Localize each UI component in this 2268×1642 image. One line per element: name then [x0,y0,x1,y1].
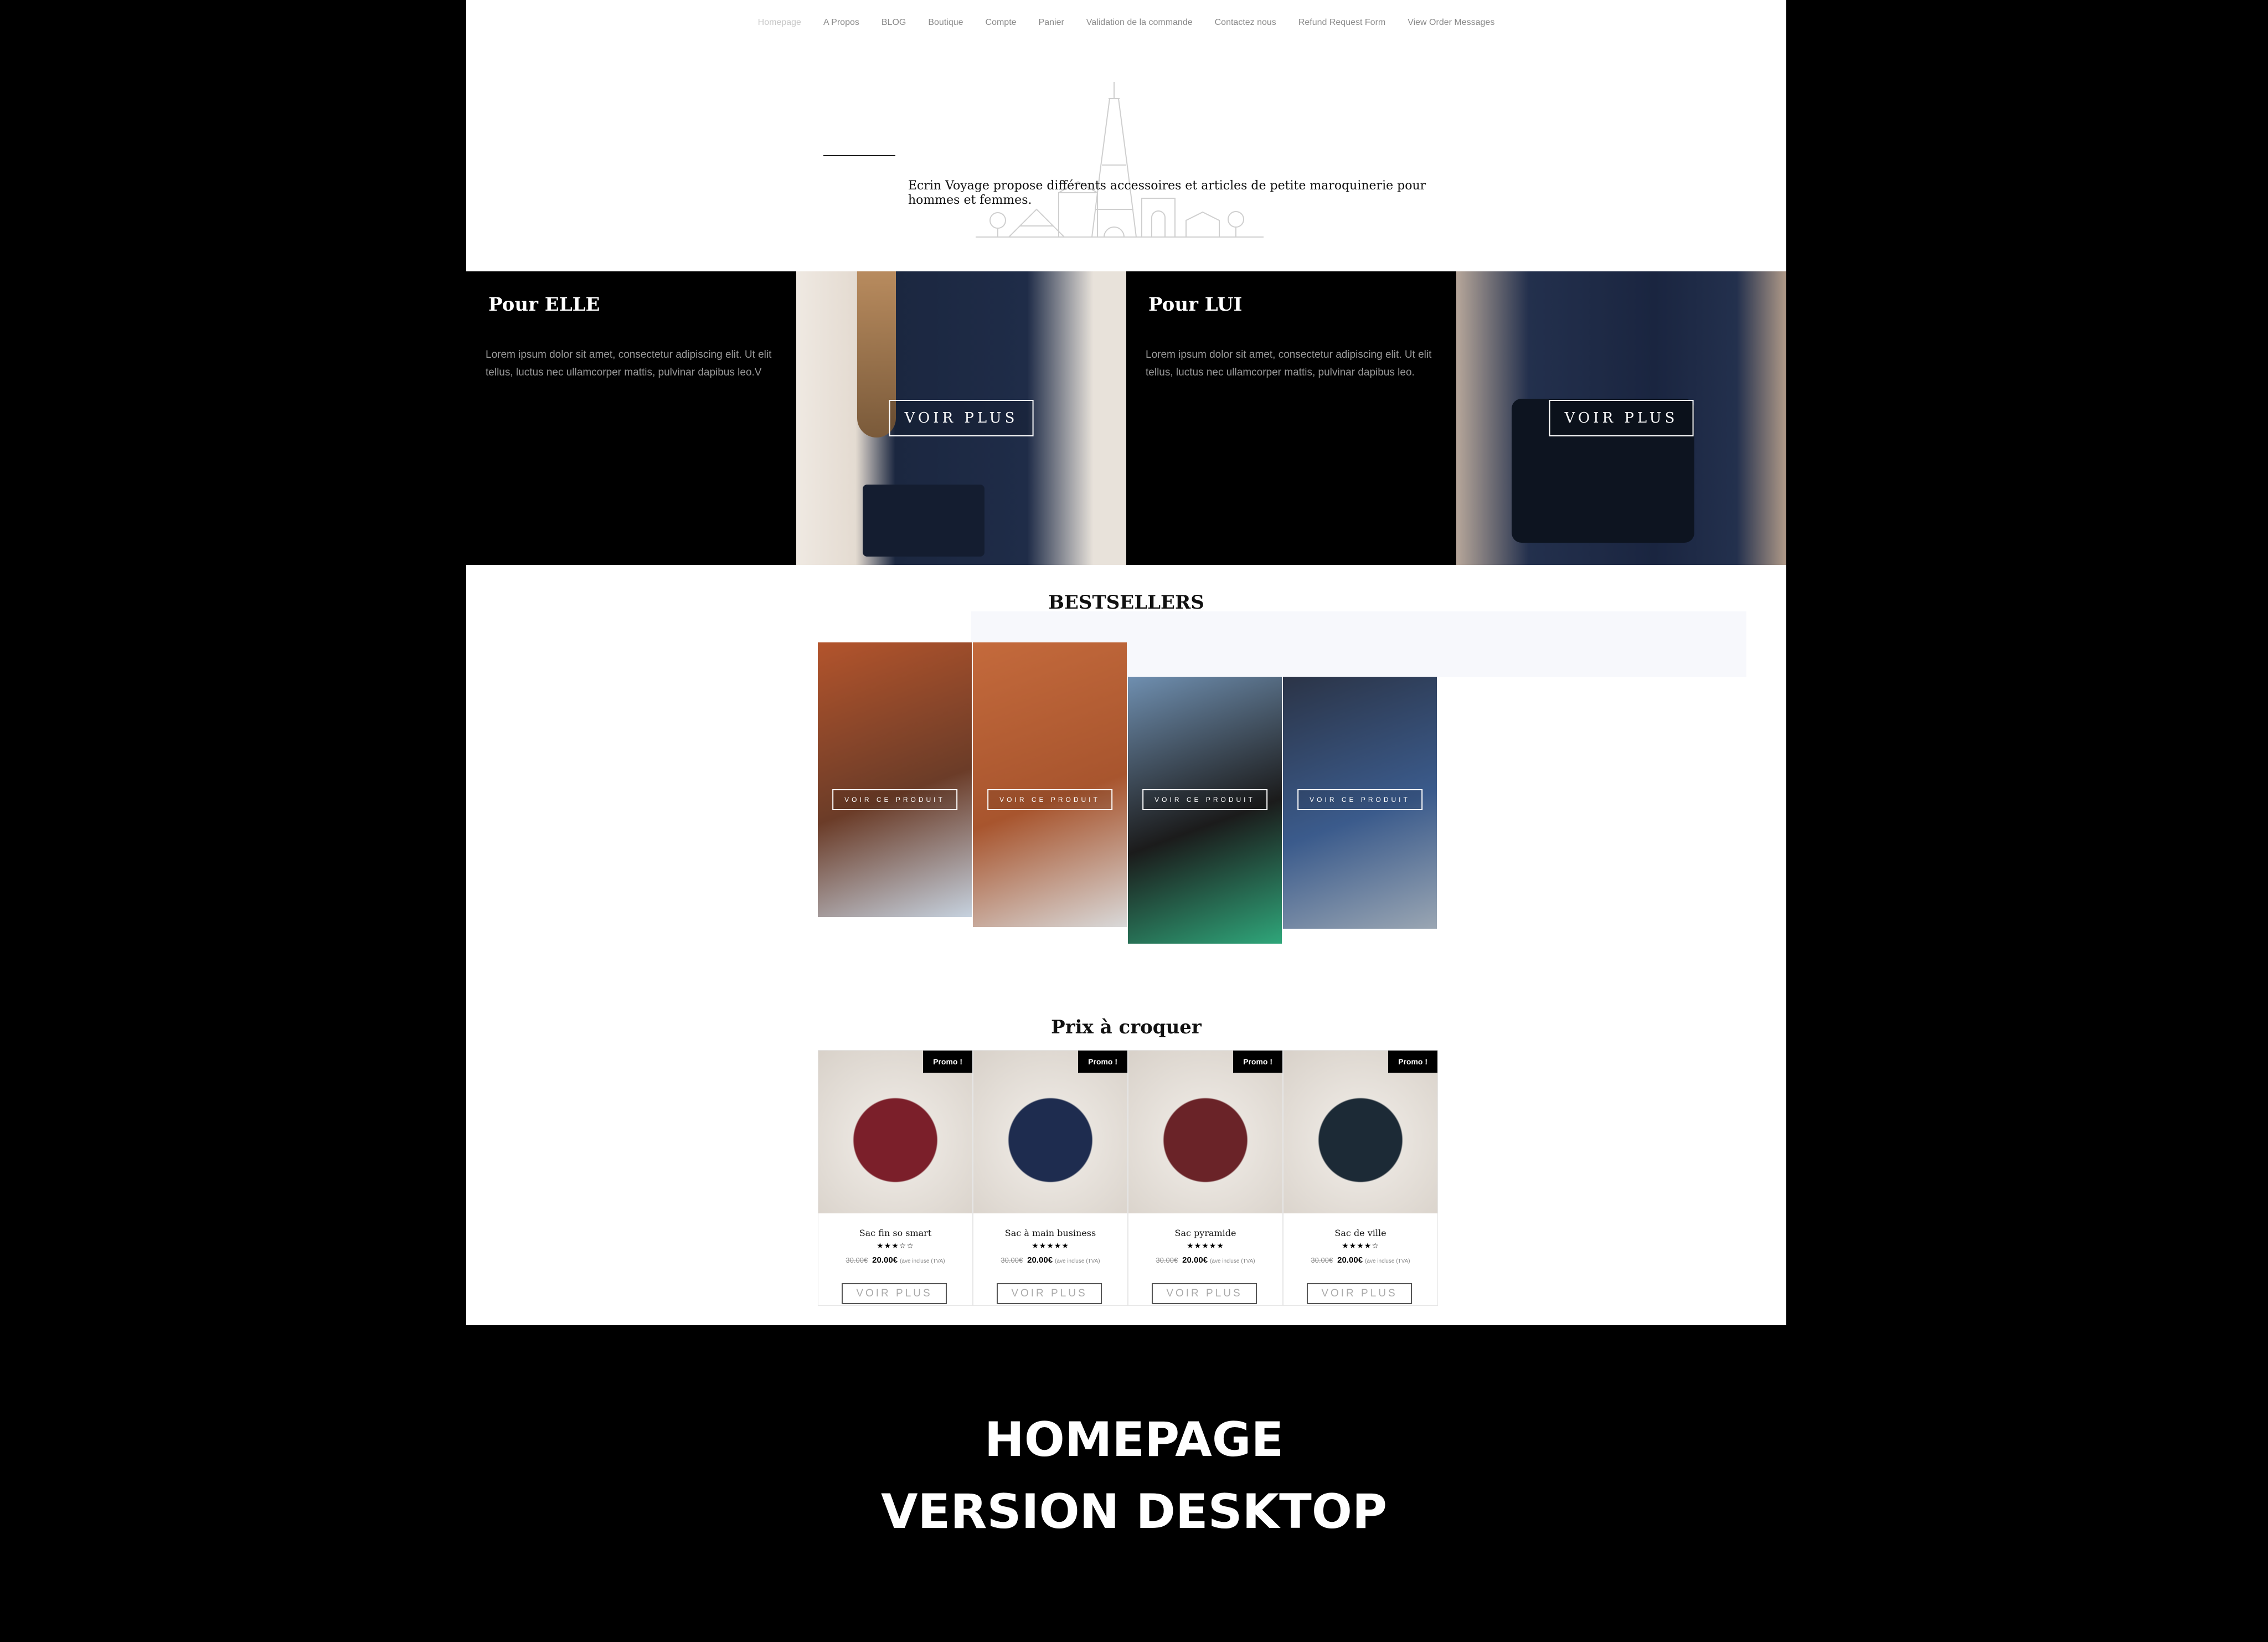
product-name[interactable]: Sac fin so smart [818,1228,972,1238]
promo-grid: Promo ! Sac fin so smart ★★★☆☆ 30.00€ 20.… [818,1050,1438,1306]
nav-item-panier[interactable]: Panier [1039,16,1064,30]
rating-stars: ★★★★☆ [1342,1241,1379,1250]
category-lui-description: Lorem ipsum dolor sit amet, consectetur … [1146,349,1432,378]
category-lui-panel: Pour LUI Lorem ipsum dolor sit amet, con… [1126,271,1456,565]
nav-item-homepage[interactable]: Homepage [758,16,801,30]
voir-plus-button[interactable]: VOIR PLUS [1307,1283,1412,1304]
promo-badge: Promo ! [1233,1051,1282,1073]
category-elle-photo: VOIR PLUS [796,271,1126,565]
old-price: 30.00€ [1001,1256,1023,1264]
nav-item-blog[interactable]: BLOG [882,16,906,30]
category-lui-photo: VOIR PLUS [1456,271,1786,565]
product-price: 30.00€ 20.00€ (ave incluse (TVA) [1284,1255,1437,1265]
voir-ce-produit-button[interactable]: VOIR CE PRODUIT [1297,789,1422,810]
product-price: 30.00€ 20.00€ (ave incluse (TVA) [1128,1255,1282,1265]
product-card[interactable]: Promo ! Sac de ville ★★★★☆ 30.00€ 20.00€(… [1283,1050,1438,1306]
rating-stars: ★★★★★ [1187,1241,1224,1250]
paris-skyline-illustration [976,82,1264,238]
bestseller-card[interactable]: VOIR CE PRODUIT [1128,677,1282,944]
category-elle-description: Lorem ipsum dolor sit amet, consectetur … [486,349,772,378]
hero-section: Ecrin Voyage propose différents accessoi… [466,33,1786,271]
tax-note: (ave incluse (TVA) [1210,1258,1255,1264]
product-price: 30.00€ 20.00€ (ave incluse (TVA) [818,1255,972,1265]
nav-item-a-propos[interactable]: A Propos [823,16,859,30]
product-image[interactable] [1284,1051,1437,1213]
main-nav: Homepage A Propos BLOG Boutique Compte P… [466,16,1786,30]
rating-stars: ★★★☆☆ [877,1241,914,1250]
voir-plus-button[interactable]: VOIR PLUS [1152,1283,1257,1304]
hero-divider-line [823,155,895,156]
nav-item-validation[interactable]: Validation de la commande [1086,16,1193,30]
product-price: 30.00€ 20.00€ (ave incluse (TVA) [973,1255,1127,1265]
old-price: 30.00€ [846,1256,868,1264]
product-card[interactable]: Promo ! Sac à main business ★★★★★ 30.00€… [973,1050,1128,1306]
bestsellers-title: BESTSELLERS [1048,591,1204,614]
caption-line-homepage: HOMEPAGE [984,1412,1284,1468]
category-elle-panel: Pour ELLE Lorem ipsum dolor sit amet, co… [466,271,796,565]
product-name[interactable]: Sac de ville [1284,1228,1437,1238]
promo-badge: Promo ! [1078,1051,1127,1073]
rating-stars: ★★★★★ [1032,1241,1069,1250]
website-page: Homepage A Propos BLOG Boutique Compte P… [466,0,1786,1325]
old-price: 30.00€ [1156,1256,1178,1264]
mockup-caption: HOMEPAGE VERSION DESKTOP [0,1404,2268,1548]
tax-note: (ave incluse (TVA) [900,1258,945,1264]
nav-item-order-messages[interactable]: View Order Messages [1408,16,1494,30]
category-elle-title: Pour ELLE [488,294,600,316]
voir-plus-button[interactable]: VOIR PLUS [997,1283,1102,1304]
voir-plus-elle-button[interactable]: VOIR PLUS [889,400,1034,436]
tax-note: (ave incluse (TVA) [1055,1258,1100,1264]
bestseller-card[interactable]: VOIR CE PRODUIT [818,642,972,917]
product-card[interactable]: Promo ! Sac pyramide ★★★★★ 30.00€ 20.00€(… [1128,1050,1283,1306]
sale-price: 20.00€ [1182,1255,1208,1265]
bestsellers-grid: VOIR CE PRODUIT VOIR CE PRODUIT VOIR CE … [818,642,1438,947]
product-image[interactable] [973,1051,1127,1213]
promo-badge: Promo ! [1388,1051,1437,1073]
promo-section-title: Prix à croquer [1051,1016,1202,1038]
bestseller-card[interactable]: VOIR CE PRODUIT [973,642,1127,927]
promo-badge: Promo ! [923,1051,972,1073]
product-image[interactable] [1128,1051,1282,1213]
category-lui-title: Pour LUI [1148,294,1243,316]
category-section: Pour ELLE Lorem ipsum dolor sit amet, co… [466,271,1786,565]
handbag-shape [863,485,984,557]
nav-item-refund[interactable]: Refund Request Form [1298,16,1385,30]
sale-price: 20.00€ [1337,1255,1363,1265]
caption-line-version: VERSION DESKTOP [880,1484,1387,1540]
tax-note: (ave incluse (TVA) [1365,1258,1410,1264]
hero-tagline: Ecrin Voyage propose différents accessoi… [908,179,1426,207]
old-price: 30.00€ [1311,1256,1333,1264]
product-name[interactable]: Sac à main business [973,1228,1127,1238]
sale-price: 20.00€ [872,1255,898,1265]
voir-ce-produit-button[interactable]: VOIR CE PRODUIT [832,789,957,810]
voir-ce-produit-button[interactable]: VOIR CE PRODUIT [987,789,1112,810]
nav-item-contact[interactable]: Contactez nous [1215,16,1276,30]
nav-item-compte[interactable]: Compte [986,16,1017,30]
sale-price: 20.00€ [1027,1255,1053,1265]
voir-ce-produit-button[interactable]: VOIR CE PRODUIT [1142,789,1267,810]
nav-item-boutique[interactable]: Boutique [928,16,963,30]
product-name[interactable]: Sac pyramide [1128,1228,1282,1238]
bestseller-card[interactable]: VOIR CE PRODUIT [1283,677,1437,929]
product-image[interactable] [818,1051,972,1213]
product-card[interactable]: Promo ! Sac fin so smart ★★★☆☆ 30.00€ 20.… [818,1050,973,1306]
voir-plus-button[interactable]: VOIR PLUS [842,1283,947,1304]
voir-plus-lui-button[interactable]: VOIR PLUS [1549,400,1694,436]
